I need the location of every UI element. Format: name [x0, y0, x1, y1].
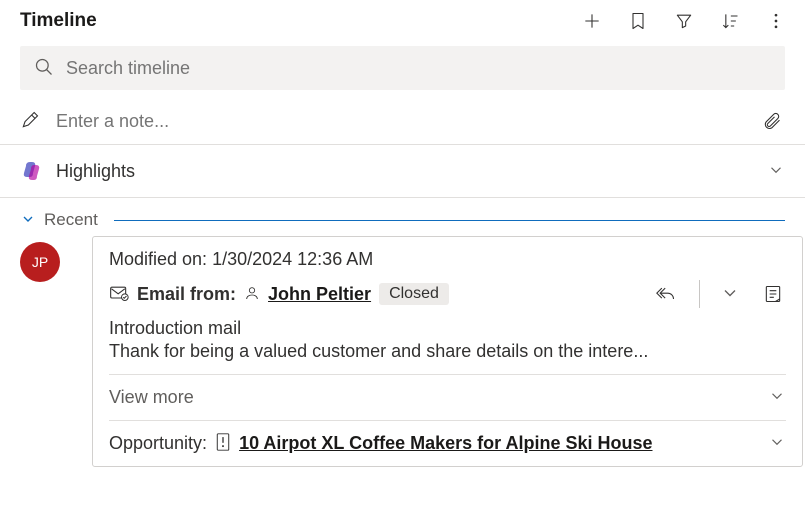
opportunity-chevron-icon[interactable]: [768, 433, 786, 454]
highlights-label: Highlights: [56, 161, 755, 182]
header-actions: [579, 8, 789, 34]
status-badge: Closed: [379, 283, 449, 305]
modified-value: 1/30/2024 12:36 AM: [212, 249, 373, 269]
email-from-label: Email from:: [137, 284, 236, 305]
view-more-button[interactable]: View more: [109, 387, 194, 408]
action-chevron-icon[interactable]: [720, 283, 740, 306]
priority-icon: [215, 433, 231, 454]
pencil-icon: [20, 110, 40, 133]
reply-all-icon[interactable]: [653, 281, 679, 307]
email-subject: Introduction mail: [109, 318, 786, 339]
bookmark-icon[interactable]: [625, 8, 651, 34]
modified-on: Modified on: 1/30/2024 12:36 AM: [109, 249, 786, 270]
recent-divider: [114, 220, 785, 221]
note-input[interactable]: [56, 111, 743, 132]
search-bar[interactable]: [20, 46, 785, 90]
email-icon: [109, 284, 129, 305]
search-icon: [34, 57, 54, 80]
note-action-icon[interactable]: [760, 281, 786, 307]
chevron-down-icon[interactable]: [767, 161, 785, 182]
timeline-card: Modified on: 1/30/2024 12:36 AM Email fr…: [92, 236, 803, 467]
page-title: Timeline: [20, 10, 97, 32]
attach-icon[interactable]: [759, 108, 785, 134]
action-divider: [699, 280, 700, 308]
add-icon[interactable]: [579, 8, 605, 34]
opportunity-label: Opportunity:: [109, 433, 207, 454]
avatar: JP: [20, 242, 60, 282]
recent-label: Recent: [44, 210, 98, 230]
recent-collapse-icon[interactable]: [20, 211, 36, 230]
more-icon[interactable]: [763, 8, 789, 34]
modified-label: Modified on:: [109, 249, 207, 269]
viewmore-chevron-icon[interactable]: [768, 387, 786, 408]
person-icon: [244, 285, 260, 304]
filter-icon[interactable]: [671, 8, 697, 34]
opportunity-link[interactable]: 10 Airpot XL Coffee Makers for Alpine Sk…: [239, 433, 760, 454]
copilot-icon: [20, 159, 44, 183]
email-sender-link[interactable]: John Peltier: [268, 284, 371, 305]
search-input[interactable]: [66, 58, 771, 79]
sort-icon[interactable]: [717, 8, 743, 34]
email-preview: Thank for being a valued customer and sh…: [109, 341, 786, 362]
